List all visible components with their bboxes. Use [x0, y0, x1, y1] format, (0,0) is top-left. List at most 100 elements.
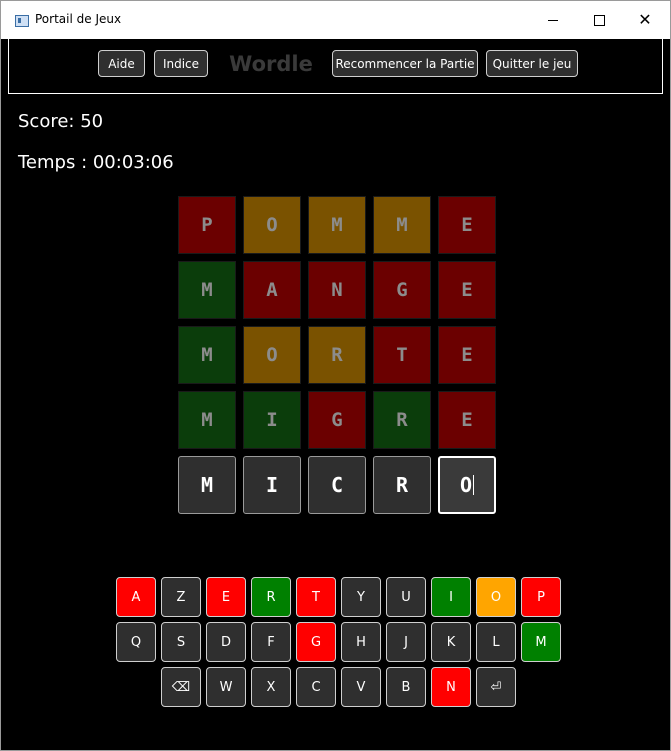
key-g[interactable]: G — [296, 622, 336, 662]
key-label: M — [535, 634, 547, 650]
window-title: Portail de Jeux — [35, 12, 122, 26]
key-u[interactable]: U — [386, 577, 426, 617]
key-a[interactable]: A — [116, 577, 156, 617]
key-c[interactable]: C — [296, 667, 336, 707]
key-label: H — [356, 634, 366, 650]
restart-button[interactable]: Recommencer la Partie — [332, 50, 478, 77]
key-label: X — [266, 679, 276, 695]
key-label: L — [492, 634, 500, 650]
key-s[interactable]: S — [161, 622, 201, 662]
title-bar: Portail de Jeux ✕ — [1, 1, 670, 39]
key-w[interactable]: W — [206, 667, 246, 707]
enter-icon: ⏎ — [490, 679, 502, 695]
input-cell[interactable]: I — [243, 456, 301, 514]
grid-cell: E — [438, 261, 496, 319]
input-letter: I — [265, 473, 279, 497]
grid-cell: N — [308, 261, 366, 319]
input-letter: M — [200, 473, 214, 497]
key-label: D — [220, 634, 231, 650]
input-cell[interactable]: C — [308, 456, 366, 514]
key-h[interactable]: H — [341, 622, 381, 662]
grid-cell: M — [178, 261, 236, 319]
game-title: Wordle — [229, 52, 313, 76]
key-label: J — [404, 634, 408, 650]
key-n[interactable]: N — [431, 667, 471, 707]
app-window: Portail de Jeux ✕ Aide Indice Wordle Rec… — [0, 0, 671, 751]
key-f[interactable]: F — [251, 622, 291, 662]
grid-cell: M — [373, 196, 431, 254]
key-label: Y — [357, 589, 365, 605]
input-cell[interactable]: M — [178, 456, 236, 514]
grid-cell: M — [178, 391, 236, 449]
key-label: V — [356, 679, 366, 695]
toolbar: Aide Indice Wordle Recommencer la Partie… — [8, 39, 663, 94]
key-k[interactable]: K — [431, 622, 471, 662]
help-button[interactable]: Aide — [98, 50, 145, 77]
key-label: R — [266, 589, 276, 605]
key-o[interactable]: O — [476, 577, 516, 617]
key-label: C — [311, 679, 321, 695]
grid-cell: E — [438, 391, 496, 449]
grid-cell: R — [373, 391, 431, 449]
key-y[interactable]: Y — [341, 577, 381, 617]
key-label: K — [446, 634, 456, 650]
key-label: N — [446, 679, 456, 695]
key-label: S — [176, 634, 186, 650]
maximize-icon — [593, 14, 605, 26]
key-label: P — [537, 589, 545, 605]
grid-cell: A — [243, 261, 301, 319]
hint-button[interactable]: Indice — [154, 50, 208, 77]
input-letter: R — [395, 473, 409, 497]
app-icon — [15, 15, 29, 27]
key-label: G — [310, 634, 322, 650]
key-label: I — [449, 589, 453, 605]
grid-cell: G — [308, 391, 366, 449]
key-label: B — [401, 679, 411, 695]
grid-cell: G — [373, 261, 431, 319]
key-e[interactable]: E — [206, 577, 246, 617]
key-d[interactable]: D — [206, 622, 246, 662]
key-label: O — [490, 589, 502, 605]
key-m[interactable]: M — [521, 622, 561, 662]
minimize-icon — [548, 19, 558, 21]
grid-cell: E — [438, 326, 496, 384]
key-l[interactable]: L — [476, 622, 516, 662]
enter-key[interactable]: ⏎ — [476, 667, 516, 707]
grid-cell: E — [438, 196, 496, 254]
maximize-button[interactable] — [576, 1, 622, 39]
grid-cell: R — [308, 326, 366, 384]
key-label: W — [219, 679, 233, 695]
grid-cell: I — [243, 391, 301, 449]
grid-cell: M — [308, 196, 366, 254]
key-label: Z — [176, 589, 186, 605]
key-b[interactable]: B — [386, 667, 426, 707]
key-i[interactable]: I — [431, 577, 471, 617]
key-label: E — [221, 589, 231, 605]
key-v[interactable]: V — [341, 667, 381, 707]
key-label: Q — [130, 634, 142, 650]
timer-label: Temps : 00:03:06 — [18, 152, 174, 173]
score-label: Score: 50 — [18, 111, 104, 132]
key-x[interactable]: X — [251, 667, 291, 707]
key-t[interactable]: T — [296, 577, 336, 617]
key-r[interactable]: R — [251, 577, 291, 617]
quit-button[interactable]: Quitter le jeu — [486, 50, 578, 77]
input-letter: O — [459, 473, 473, 497]
key-label: F — [267, 634, 275, 650]
close-icon: ✕ — [638, 10, 652, 29]
input-letter: C — [330, 473, 344, 497]
key-p[interactable]: P — [521, 577, 561, 617]
key-label: A — [131, 589, 141, 605]
close-button[interactable]: ✕ — [622, 1, 668, 39]
backspace-key[interactable]: ⌫ — [161, 667, 201, 707]
key-j[interactable]: J — [386, 622, 426, 662]
grid-cell: T — [373, 326, 431, 384]
input-cell[interactable]: R — [373, 456, 431, 514]
key-z[interactable]: Z — [161, 577, 201, 617]
grid-cell: O — [243, 326, 301, 384]
text-caret — [473, 475, 475, 495]
key-q[interactable]: Q — [116, 622, 156, 662]
grid-cell: O — [243, 196, 301, 254]
minimize-button[interactable] — [530, 1, 576, 39]
active-input-cell[interactable]: O — [438, 456, 496, 514]
